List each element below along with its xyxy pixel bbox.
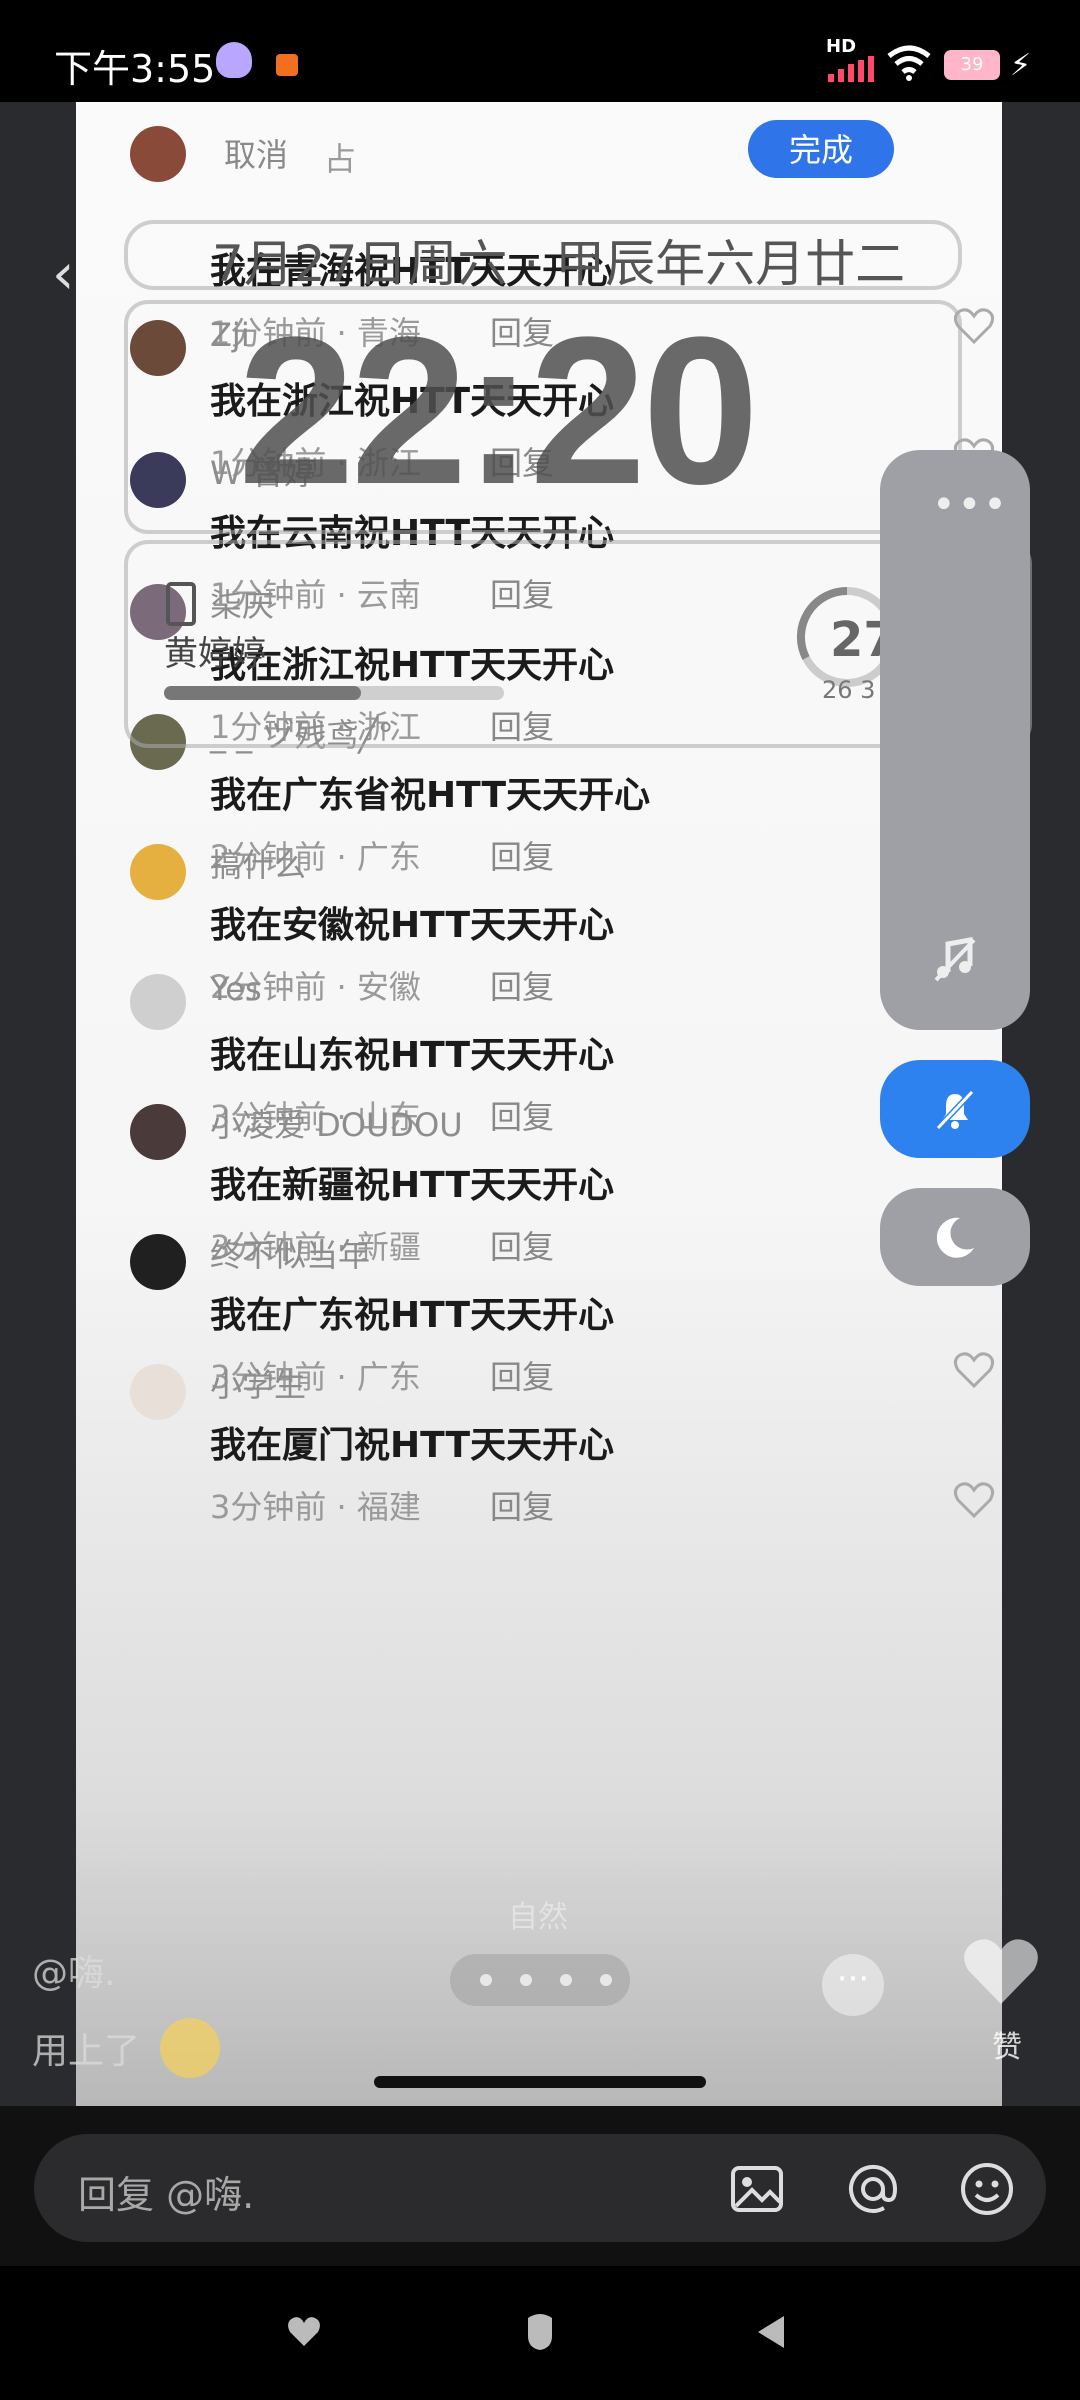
network-type: HD <box>826 36 857 57</box>
video-author[interactable]: @嗨. <box>32 1944 115 1996</box>
at-mention-icon[interactable] <box>844 2160 902 2218</box>
like-label: 赞 <box>992 2030 1022 2065</box>
date-widget[interactable]: 7月27日周六 · 甲辰年六月廿二 <box>124 220 962 293</box>
comment-text: 我在山东祝HTT天天开心 <box>210 1035 615 1076</box>
status-time: 下午3:55 <box>54 47 216 91</box>
system-nav-bar <box>0 2266 1080 2400</box>
comment-text: 我在广东祝HTT天天开心 <box>210 1295 615 1336</box>
done-button[interactable]: 完成 <box>748 120 894 178</box>
avatar[interactable] <box>130 844 186 900</box>
avatar[interactable] <box>130 1104 186 1160</box>
battery-indicator: 39 <box>944 50 1000 80</box>
home-indicator <box>374 2076 706 2088</box>
comment-username[interactable]: 小学生 <box>210 1360 306 1406</box>
emoji-picker-icon[interactable] <box>958 2160 1016 2218</box>
nav-home-icon[interactable] <box>522 2312 558 2352</box>
moon-icon <box>936 1217 974 1258</box>
bell-off-icon <box>935 1089 975 1131</box>
ring-sub: 26 3 <box>822 676 876 704</box>
image-icon[interactable] <box>728 2160 786 2218</box>
comment-username[interactable]: 搞什么 <box>210 840 306 886</box>
nature-label: 自然 <box>508 1900 568 1935</box>
comment-text: 我在厦门祝HTT天天开心 <box>210 1425 615 1466</box>
reply-link[interactable]: 回复 <box>490 1482 554 1528</box>
notification-bell-icon <box>216 42 252 78</box>
nav-heart-icon[interactable] <box>286 2314 322 2350</box>
comment-username[interactable]: 终不似当年 <box>210 1230 370 1276</box>
back-arrow-icon[interactable]: ‹ <box>52 242 74 307</box>
like-heart-icon[interactable] <box>960 1930 1042 2012</box>
avatar[interactable] <box>130 126 186 182</box>
wifi-icon <box>887 45 931 81</box>
clock-widget[interactable]: 22:20 <box>124 293 962 534</box>
avatar[interactable] <box>130 974 186 1030</box>
more-dots-icon[interactable]: ··· <box>822 1954 884 2016</box>
cancel-button[interactable]: 取消 <box>224 130 288 176</box>
comment-text: 我在新疆祝HTT天天开心 <box>210 1165 615 1206</box>
comment-username[interactable]: Yes <box>210 970 262 1008</box>
reply-input[interactable]: 回复 @嗨. <box>34 2134 1046 2242</box>
app-notification-icon <box>276 54 298 76</box>
more-icon[interactable]: ••• <box>932 482 1009 528</box>
avatar[interactable] <box>130 1234 186 1290</box>
dark-mode-toggle[interactable] <box>880 1188 1030 1286</box>
music-off-icon[interactable] <box>930 934 980 984</box>
comment-meta: 3分钟前 · 福建 <box>210 1488 421 1526</box>
mute-toggle[interactable] <box>880 1060 1030 1158</box>
comment-item[interactable]: 小学生我在厦门祝HTT天天开心 3分钟前 · 福建 回复 <box>76 1352 1002 1550</box>
charging-icon: ⚡ <box>1010 48 1032 83</box>
heart-icon[interactable] <box>952 1478 996 1522</box>
signal-icon <box>828 56 874 82</box>
comment-username[interactable]: 小凌爱 DOUDOU <box>210 1100 463 1146</box>
clock-text: 22:20 <box>238 293 759 528</box>
reply-placeholder: 回复 @嗨. <box>78 2173 255 2217</box>
partial-label: 占 <box>324 140 357 178</box>
comment-text: 我在广东省祝HTT天天开心 <box>210 775 651 816</box>
used-label: 用上了 <box>32 2031 141 2072</box>
device-owner: 黄婷婷 <box>164 634 266 674</box>
emoji-icon <box>160 2018 220 2078</box>
nav-back-icon[interactable] <box>754 2312 788 2352</box>
quick-panel[interactable]: ••• <box>880 450 1030 1030</box>
battery-fill <box>164 686 362 700</box>
comment-text: 我在安徽祝HTT天天开心 <box>210 905 615 946</box>
date-text: 7月27日周六 · 甲辰年六月廿二 <box>212 235 906 293</box>
avatar[interactable] <box>130 1364 186 1420</box>
status-bar: 下午3:55 HD 39 ⚡ <box>0 0 1080 102</box>
page-dots[interactable] <box>450 1954 630 2006</box>
battery-bar <box>164 686 504 700</box>
phone-icon <box>166 582 196 626</box>
